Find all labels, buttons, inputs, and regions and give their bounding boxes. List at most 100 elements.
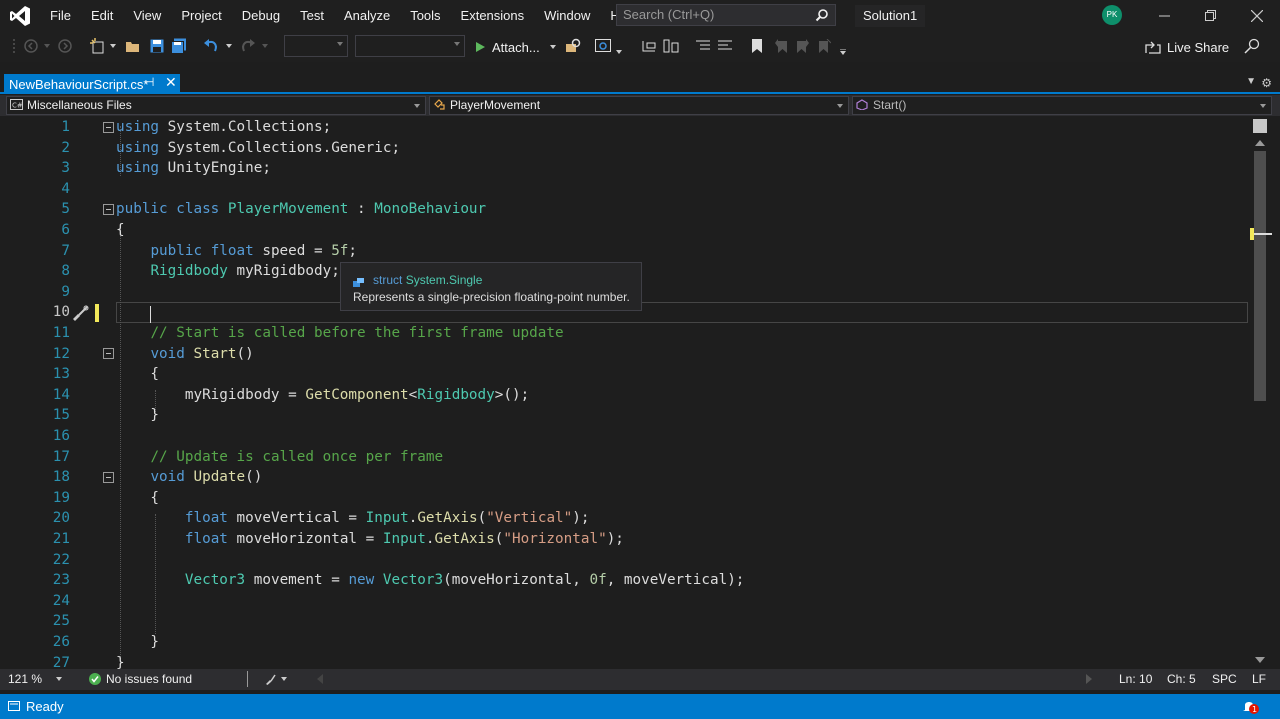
avatar[interactable]: PK (1102, 5, 1122, 25)
bookmark-icon[interactable] (748, 37, 766, 55)
menu-file[interactable]: File (40, 0, 81, 31)
code-token: float (184, 510, 228, 527)
code-token: } (116, 634, 160, 650)
code-line[interactable]: 27} (0, 653, 1250, 669)
menu-window[interactable]: Window (534, 0, 600, 31)
issues-status[interactable]: No issues found (106, 672, 192, 686)
code-line[interactable]: 23 Vector3 movement = new Vector3(moveHo… (0, 570, 1250, 591)
restore-button[interactable] (1187, 0, 1233, 31)
menu-test[interactable]: Test (290, 0, 334, 31)
whitespace-mode[interactable]: SPC (1212, 672, 1237, 686)
cleanup-dropdown-icon (281, 677, 287, 681)
code-line[interactable]: 6{ (0, 220, 1250, 241)
browser-link-icon[interactable] (594, 37, 612, 55)
code-line[interactable]: 18 void Update() (0, 467, 1250, 488)
line-ending[interactable]: LF (1252, 672, 1266, 686)
code-line[interactable]: 2 using System.Collections.Generic; (0, 138, 1250, 159)
code-line[interactable]: 1 using System.Collections; (0, 117, 1250, 138)
minimize-button[interactable] (1141, 0, 1187, 31)
pin-icon[interactable]: ⊣ (144, 75, 154, 89)
new-project-icon[interactable] (89, 37, 107, 55)
code-line[interactable]: 22 (0, 550, 1250, 571)
type-dropdown[interactable]: PlayerMovement (429, 96, 849, 115)
code-line[interactable]: 7 public float speed = 5f; (0, 241, 1250, 262)
comment-lines-icon[interactable] (694, 37, 712, 55)
new-project-dropdown-icon[interactable] (108, 37, 118, 55)
toolbar-overflow-icon[interactable] (838, 43, 848, 61)
scroll-left-icon (317, 674, 323, 684)
code-token: 0f (589, 572, 607, 589)
navigate-back-icon[interactable] (22, 37, 40, 55)
close-window-button[interactable] (1234, 0, 1280, 31)
configuration-dropdown[interactable] (284, 35, 348, 57)
undo-icon[interactable] (202, 37, 220, 55)
live-share-button[interactable]: Live Share (1145, 37, 1229, 57)
menu-debug[interactable]: Debug (232, 0, 290, 31)
menu-tools[interactable]: Tools (400, 0, 450, 31)
search-input[interactable]: Search (Ctrl+Q) (616, 4, 836, 26)
code-line[interactable]: 4 (0, 179, 1250, 200)
settings-icon[interactable]: ⚙ (1261, 76, 1272, 90)
vertical-scrollbar[interactable] (1250, 116, 1272, 669)
save-all-icon[interactable] (170, 37, 188, 55)
code-line[interactable]: 14 myRigidbody = GetComponent<Rigidbody>… (0, 385, 1250, 406)
code-line[interactable]: 21 float moveHorizontal = Input.GetAxis(… (0, 529, 1250, 550)
redo-icon[interactable] (239, 37, 257, 55)
code-token: < (408, 386, 418, 403)
code-line[interactable]: 12 void Start() (0, 344, 1250, 365)
scrollbar-thumb[interactable] (1254, 151, 1266, 401)
clear-bookmarks-icon[interactable] (816, 37, 834, 55)
code-line[interactable]: 17 // Update is called once per frame (0, 447, 1250, 468)
code-line[interactable]: 15 } (0, 405, 1250, 426)
navigate-forward-icon[interactable] (56, 37, 74, 55)
code-line[interactable]: 24 (0, 591, 1250, 612)
close-icon[interactable]: ✕ (165, 74, 177, 91)
code-token: . (425, 531, 435, 547)
previous-bookmark-icon[interactable] (772, 37, 790, 55)
project-dropdown[interactable]: C# Miscellaneous Files (6, 96, 426, 115)
code-line[interactable]: 13 { (0, 364, 1250, 385)
platform-dropdown[interactable] (355, 35, 465, 57)
code-token: new (348, 572, 375, 589)
menu-edit[interactable]: Edit (81, 0, 123, 31)
next-bookmark-icon[interactable] (794, 37, 812, 55)
find-in-files-icon[interactable] (564, 37, 582, 55)
menu-extensions[interactable]: Extensions (451, 0, 535, 31)
code-token: movement = (245, 572, 349, 589)
save-icon[interactable] (148, 37, 166, 55)
member-dropdown[interactable]: Start() (852, 96, 1272, 115)
code-line[interactable]: 5 public class PlayerMovement : MonoBehav… (0, 199, 1250, 220)
step-over-icon[interactable] (662, 37, 680, 55)
column-number[interactable]: Ch: 5 (1167, 672, 1196, 686)
zoom-level[interactable]: 121 % (8, 672, 42, 686)
back-dropdown-icon[interactable] (42, 37, 52, 55)
menu-view[interactable]: View (123, 0, 171, 31)
menu-project[interactable]: Project (171, 0, 231, 31)
code-line[interactable]: 19 { (0, 488, 1250, 509)
search-icon[interactable] (815, 8, 829, 28)
split-window-button[interactable] (1253, 119, 1267, 133)
tab-overflow-dropdown-icon[interactable]: ▼ (1246, 76, 1256, 87)
attach-button[interactable]: Attach... (474, 37, 556, 57)
tab-newbehaviourscript[interactable]: NewBehaviourScript.cs* ⊣ ✕ (4, 74, 180, 94)
open-folder-icon[interactable] (124, 37, 142, 55)
code-line[interactable]: 25 (0, 611, 1250, 632)
line-number[interactable]: Ln: 10 (1119, 672, 1152, 686)
undo-dropdown-icon[interactable] (224, 37, 234, 55)
code-line[interactable]: 16 (0, 426, 1250, 447)
step-into-icon[interactable] (640, 37, 658, 55)
uncomment-lines-icon[interactable] (716, 37, 734, 55)
feedback-icon[interactable] (1243, 37, 1261, 55)
notifications-bell-icon[interactable]: 1 (1242, 698, 1260, 718)
code-line[interactable]: 26 } (0, 632, 1250, 653)
code-line[interactable]: 3 using UnityEngine; (0, 158, 1250, 179)
code-line[interactable]: 11 // Start is called before the first f… (0, 323, 1250, 344)
code-line[interactable]: 20 float moveVertical = Input.GetAxis("V… (0, 508, 1250, 529)
code-editor[interactable]: 1 using System.Collections; 2 using System.… (0, 116, 1250, 669)
menu-analyze[interactable]: Analyze (334, 0, 400, 31)
code-token: float (184, 531, 228, 547)
scroll-up-icon (1255, 140, 1265, 146)
browser-link-dropdown-icon[interactable] (614, 43, 624, 61)
redo-dropdown-icon[interactable] (260, 37, 270, 55)
